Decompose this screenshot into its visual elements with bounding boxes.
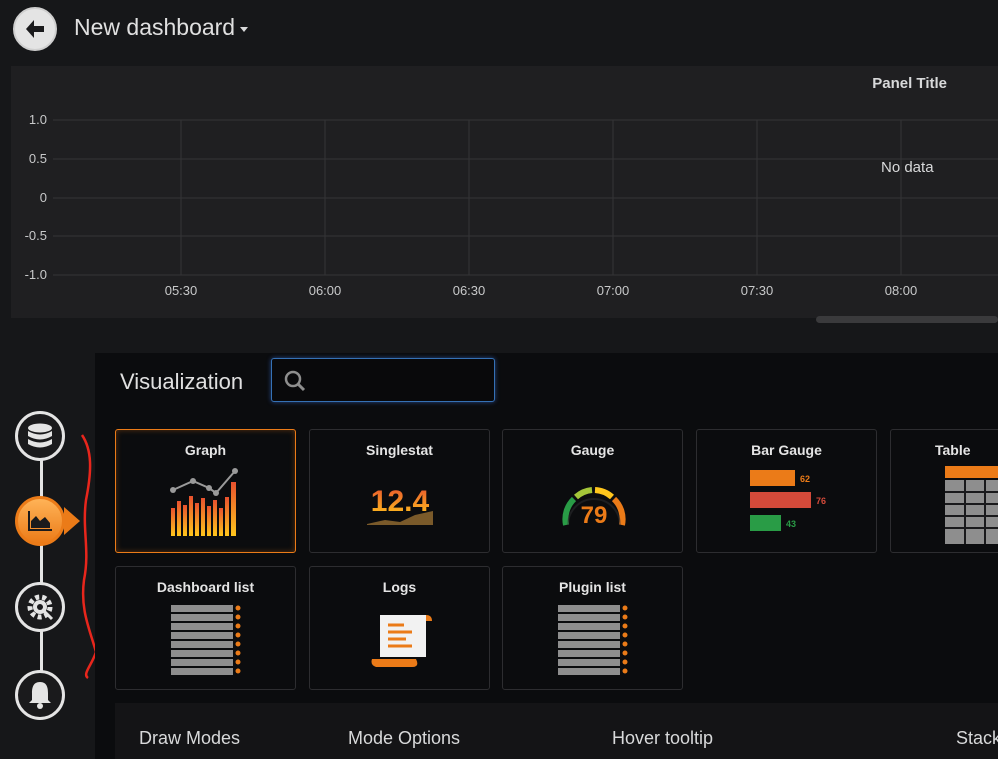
viz-card-logs[interactable]: Logs	[309, 566, 490, 690]
singlestat-viz-icon: 12.4	[367, 485, 433, 525]
visualization-picker: Visualization	[95, 353, 998, 759]
singlestat-value: 12.4	[371, 485, 430, 518]
gauge-value: 79	[581, 502, 608, 529]
bar-value: 76	[816, 496, 826, 506]
y-tick-label: 0	[39, 190, 47, 205]
viz-card-table[interactable]: Table	[890, 429, 998, 553]
option-hover-tooltip[interactable]: Hover tooltip	[612, 728, 713, 749]
graph-panel: Panel Title 1.0 0.5 0 -0.5 -1.0 05:30 06…	[11, 66, 998, 323]
card-label: Dashboard list	[156, 579, 255, 595]
bar-value: 62	[800, 474, 810, 484]
y-tick-label: -0.5	[24, 228, 47, 243]
viz-card-bar-gauge[interactable]: Bar Gauge 62 76 43	[696, 429, 877, 553]
graph-viz-icon	[170, 468, 238, 536]
card-label: Gauge	[570, 442, 615, 458]
sidebar-connector	[40, 440, 43, 695]
x-tick-label: 07:00	[596, 283, 630, 298]
x-tick-label: 05:30	[164, 283, 198, 298]
option-draw-modes[interactable]: Draw Modes	[139, 728, 240, 749]
sidebar-item-visualization[interactable]	[15, 496, 65, 546]
sidebar-item-alert[interactable]	[15, 670, 65, 720]
sidebar-item-general[interactable]	[15, 582, 65, 632]
bar-value: 43	[786, 519, 796, 529]
search-icon	[284, 370, 306, 392]
logs-scroll-icon	[371, 615, 432, 667]
y-tick-label: 1.0	[28, 112, 47, 127]
viz-search[interactable]	[271, 358, 495, 402]
area-chart-icon	[28, 511, 52, 531]
bell-icon	[29, 682, 51, 709]
table-viz-icon	[945, 466, 998, 544]
bar-gauge-viz-icon: 62 76 43	[750, 470, 826, 531]
top-bar: New dashboard	[0, 0, 998, 60]
option-stack[interactable]: Stack	[956, 728, 998, 749]
y-tick-label: -1.0	[24, 267, 47, 282]
x-tick-label: 07:30	[740, 283, 774, 298]
plugin-list-viz-icon	[558, 605, 628, 675]
card-label: Bar Gauge	[751, 442, 822, 458]
viz-picker-title: Visualization	[120, 369, 244, 394]
card-label: Singlestat	[366, 442, 433, 458]
dashboard-title[interactable]: New dashboard	[74, 14, 235, 41]
database-icon	[28, 423, 52, 448]
card-label: Logs	[382, 579, 417, 595]
viz-card-dashboard-list[interactable]: Dashboard list	[115, 566, 296, 690]
card-label: Graph	[184, 442, 227, 458]
viz-search-input[interactable]	[316, 369, 490, 393]
x-tick-label: 06:30	[452, 283, 486, 298]
gear-wrench-icon	[27, 594, 54, 621]
chevron-down-icon[interactable]	[240, 27, 248, 32]
viz-card-singlestat[interactable]: Singlestat 12.4	[309, 429, 490, 553]
card-label: Table	[935, 442, 971, 458]
back-button[interactable]	[13, 7, 57, 51]
y-tick-label: 0.5	[28, 151, 47, 166]
option-mode-options[interactable]: Mode Options	[348, 728, 460, 749]
graph-grid	[53, 119, 998, 276]
card-label: Plugin list	[559, 579, 626, 595]
x-tick-label: 06:00	[308, 283, 342, 298]
arrow-left-icon	[26, 20, 44, 38]
dashboard-list-viz-icon	[171, 605, 241, 675]
gauge-viz-icon: 79	[562, 487, 626, 529]
sidebar-item-queries[interactable]	[15, 411, 65, 461]
graph-options-bar: Draw Modes Mode Options Hover tooltip St…	[115, 703, 998, 759]
viz-card-gauge[interactable]: Gauge 79	[502, 429, 683, 553]
no-data-message: No data	[881, 159, 934, 176]
horizontal-scrollbar[interactable]	[816, 316, 998, 323]
viz-card-plugin-list[interactable]: Plugin list	[502, 566, 683, 690]
x-tick-label: 08:00	[884, 283, 918, 298]
viz-card-graph[interactable]: Graph	[115, 429, 296, 553]
